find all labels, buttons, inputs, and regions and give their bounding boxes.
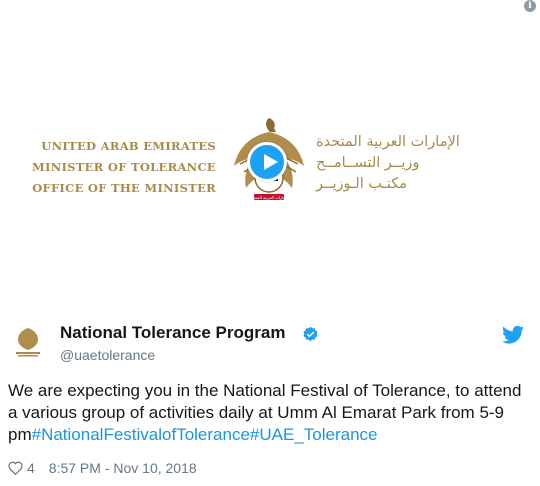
brand-ar-line-1: الإمارات العربية المتحدة xyxy=(316,134,460,150)
brand-en-line-3: OFFICE OF THE MINISTER xyxy=(32,181,216,195)
brand-english: UNITED ARAB EMIRATES MINISTER OF TOLERAN… xyxy=(0,136,216,199)
brand-en-line-2: MINISTER OF TOLERANCE xyxy=(31,160,216,174)
like-count: 4 xyxy=(27,460,35,476)
tweet-meta: 4 8:57 PM - Nov 10, 2018 xyxy=(8,460,197,476)
verified-badge-icon xyxy=(303,326,318,342)
brand-ar-line-2: وزيــر التســامــح xyxy=(316,155,420,171)
twitter-bird-icon[interactable] xyxy=(502,325,524,345)
video-media[interactable]: UNITED ARAB EMIRATES MINISTER OF TOLERAN… xyxy=(0,14,540,314)
info-icon[interactable]: i xyxy=(524,0,536,12)
tweet-text: We are expecting you in the National Fes… xyxy=(8,380,532,446)
hashtag-link[interactable]: #NationalFestivalofTolerance xyxy=(32,425,250,444)
play-icon[interactable] xyxy=(247,142,287,182)
brand-arabic: الإمارات العربية المتحدة وزيــر التســام… xyxy=(316,132,516,195)
heart-icon[interactable] xyxy=(8,461,23,475)
brand-ar-line-3: مكتـب الـوزيــر xyxy=(316,176,407,192)
emblem-caption: الإمارات العربية المتحدة xyxy=(249,195,289,201)
avatar[interactable] xyxy=(8,322,48,362)
brand-en-line-1: UNITED ARAB EMIRATES xyxy=(41,139,216,153)
tweet-timestamp[interactable]: 8:57 PM - Nov 10, 2018 xyxy=(49,460,197,476)
author-name[interactable]: National Tolerance Program xyxy=(60,323,285,343)
author-handle[interactable]: @uaetolerance xyxy=(60,347,155,363)
hashtag-link[interactable]: #UAE_Tolerance xyxy=(250,425,378,444)
